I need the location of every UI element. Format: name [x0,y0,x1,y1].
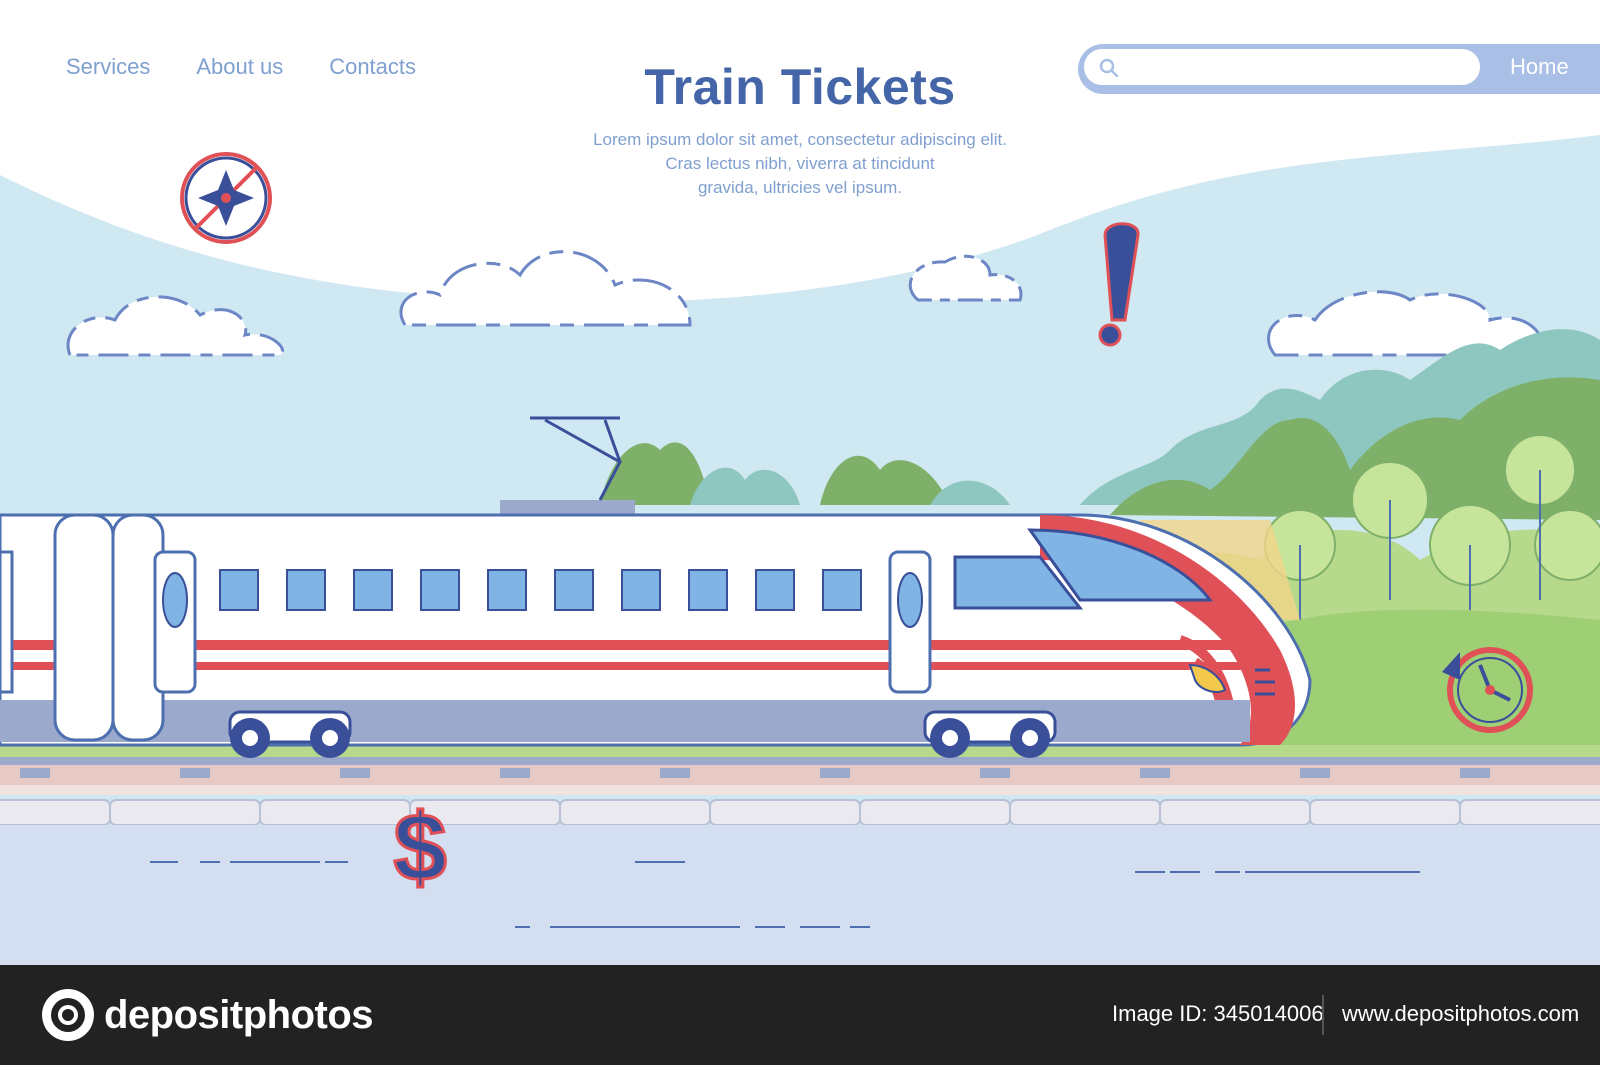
svg-text:$: $ [393,794,446,901]
search-input[interactable] [1124,53,1478,83]
hero-subtitle-line-3: gravida, ultricies vel ipsum. [697,178,903,197]
hero-subtitle-line-2: Cras lectus nibh, viverra at tincidunt [665,154,935,173]
nav-item-contacts[interactable]: Contacts [329,54,416,80]
hero-subtitle-line-1: Lorem ipsum dolor sit amet, consectetur … [593,130,1007,149]
nav-item-services[interactable]: Services [66,54,150,80]
main-nav: Services About us Contacts [66,54,416,80]
depositphotos-logo: depositphotos [40,987,374,1043]
search-icon[interactable] [1098,57,1120,79]
hero-subtitle: Lorem ipsum dolor sit amet, consectetur … [540,128,1060,200]
dollar-icon: $ [392,793,448,903]
page-title: Train Tickets [644,59,956,115]
camera-logo-icon [42,989,94,1041]
footer-bar: depositphotos Image ID: 345014006 www.de… [0,965,1600,1065]
search-box[interactable] [1080,45,1484,89]
footer-divider [1322,995,1324,1035]
page: $ Services About us Contacts Train Ticke… [0,0,1600,1065]
nav-item-home[interactable]: Home [1510,54,1569,80]
logo-text: depositphotos [104,992,374,1037]
image-id: Image ID: 345014006 [1112,1001,1324,1026]
website-url: www.depositphotos.com [1342,1001,1580,1026]
nav-item-about-us[interactable]: About us [196,54,283,80]
